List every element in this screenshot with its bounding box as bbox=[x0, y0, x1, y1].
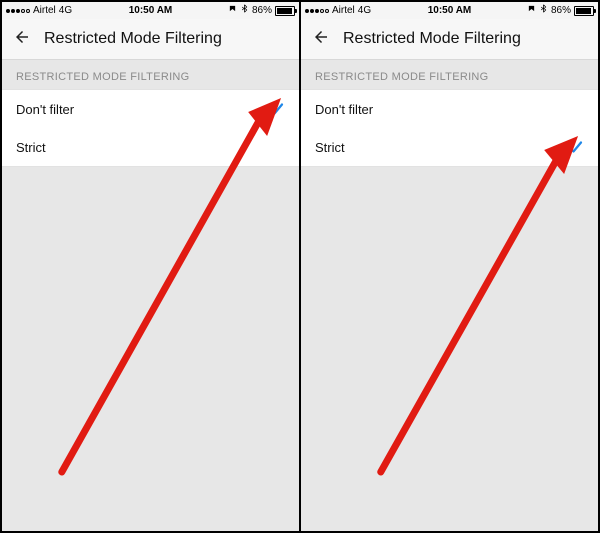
screen-left: Airtel 4G 10:50 AM 86% bbox=[2, 2, 299, 531]
content-area: RESTRICTED MODE FILTERING Don't filter S… bbox=[2, 60, 299, 531]
section-header: RESTRICTED MODE FILTERING bbox=[301, 60, 598, 89]
arrow-left-icon bbox=[13, 28, 31, 51]
options-list: Don't filter Strict bbox=[301, 89, 598, 167]
option-strict[interactable]: Strict bbox=[2, 128, 299, 166]
app-header: Restricted Mode Filtering bbox=[301, 19, 598, 60]
screen-right: Airtel 4G 10:50 AM 86% bbox=[301, 2, 598, 531]
content-area: RESTRICTED MODE FILTERING Don't filter S… bbox=[301, 60, 598, 531]
back-button[interactable] bbox=[6, 23, 38, 55]
app-header: Restricted Mode Filtering bbox=[2, 19, 299, 60]
status-bar: Airtel 4G 10:50 AM 86% bbox=[301, 2, 598, 19]
options-list: Don't filter Strict bbox=[2, 89, 299, 167]
option-dont-filter[interactable]: Don't filter bbox=[301, 90, 598, 128]
back-button[interactable] bbox=[305, 23, 337, 55]
option-dont-filter[interactable]: Don't filter bbox=[2, 90, 299, 128]
option-label: Don't filter bbox=[16, 102, 74, 117]
arrow-left-icon bbox=[312, 28, 330, 51]
page-title: Restricted Mode Filtering bbox=[343, 30, 521, 48]
battery-icon bbox=[574, 6, 594, 16]
check-icon bbox=[267, 100, 285, 118]
clock-label: 10:50 AM bbox=[2, 2, 299, 19]
status-bar: Airtel 4G 10:50 AM 86% bbox=[2, 2, 299, 19]
option-label: Strict bbox=[16, 140, 46, 155]
clock-label: 10:50 AM bbox=[301, 2, 598, 19]
option-strict[interactable]: Strict bbox=[301, 128, 598, 166]
option-label: Strict bbox=[315, 140, 345, 155]
option-label: Don't filter bbox=[315, 102, 373, 117]
page-title: Restricted Mode Filtering bbox=[44, 30, 222, 48]
battery-icon bbox=[275, 6, 295, 16]
check-icon bbox=[566, 138, 584, 156]
section-header: RESTRICTED MODE FILTERING bbox=[2, 60, 299, 89]
